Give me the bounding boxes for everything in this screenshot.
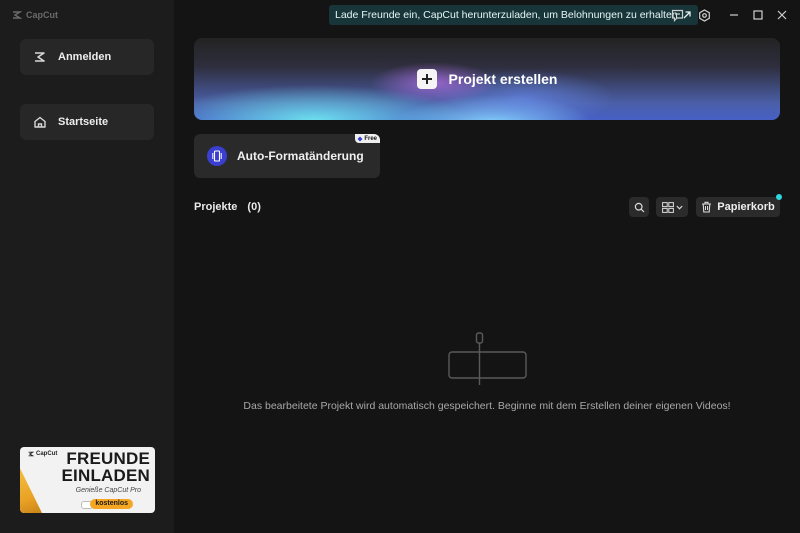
app-name: CapCut bbox=[26, 10, 58, 20]
auto-reframe-label: Auto-Formatänderung bbox=[237, 149, 364, 163]
title-bar: Lade Freunde ein, CapCut herunterzuladen… bbox=[174, 0, 800, 30]
chevron-down-icon bbox=[675, 205, 683, 210]
free-badge-label: Free bbox=[364, 135, 377, 142]
promo-title-line2: EINLADEN bbox=[61, 466, 150, 485]
auto-reframe-button[interactable]: Auto-Formatänderung Free bbox=[194, 134, 380, 178]
capcut-logo-icon bbox=[28, 451, 34, 457]
sidebar-item-home[interactable]: Startseite bbox=[20, 104, 154, 140]
app-logo: CapCut bbox=[12, 10, 58, 20]
promo-brand-label: CapCut bbox=[36, 451, 58, 457]
login-button[interactable]: Anmelden bbox=[20, 39, 154, 75]
reframe-icon bbox=[207, 146, 227, 166]
free-badge: Free bbox=[355, 134, 380, 143]
search-button[interactable] bbox=[629, 197, 649, 217]
create-project-button[interactable]: Projekt erstellen bbox=[194, 38, 780, 120]
minimize-icon[interactable] bbox=[726, 7, 742, 23]
capcut-logo-icon bbox=[13, 11, 22, 19]
page-curl-graphic bbox=[20, 468, 42, 513]
invite-friends-banner[interactable]: CapCut FREUNDE EINLADEN Genieße CapCut P… bbox=[20, 447, 155, 513]
sidebar: CapCut Anmelden Startseite CapCut FREUND… bbox=[0, 0, 174, 533]
grid-view-icon bbox=[661, 201, 674, 213]
empty-timeline-icon bbox=[448, 332, 527, 385]
settings-icon[interactable] bbox=[696, 7, 712, 23]
invite-friends-link[interactable]: Lade Freunde ein, CapCut herunterzuladen… bbox=[329, 5, 698, 25]
promo-subtitle: Genieße CapCut Pro bbox=[75, 487, 141, 494]
login-label: Anmelden bbox=[58, 51, 112, 63]
invite-text: Lade Freunde ein, CapCut herunterzuladen… bbox=[335, 9, 678, 21]
create-project-label: Projekt erstellen bbox=[448, 71, 558, 87]
capcut-icon bbox=[32, 49, 48, 65]
trash-icon bbox=[702, 201, 712, 213]
close-icon[interactable] bbox=[774, 7, 790, 23]
home-icon bbox=[32, 114, 48, 130]
promo-brand: CapCut bbox=[28, 451, 57, 457]
promo-badge: kostenlos bbox=[90, 499, 133, 509]
trash-label: Papierkorb bbox=[717, 201, 775, 213]
plus-icon bbox=[416, 69, 437, 89]
home-label: Startseite bbox=[58, 116, 109, 128]
trash-button[interactable]: Papierkorb bbox=[696, 197, 780, 217]
notification-dot bbox=[776, 194, 782, 200]
diamond-icon bbox=[357, 136, 363, 141]
feedback-icon[interactable] bbox=[669, 7, 685, 23]
search-icon bbox=[634, 202, 644, 212]
projects-count: (0) bbox=[247, 201, 261, 213]
projects-header: Projekte (0) bbox=[194, 201, 261, 213]
empty-state-message: Das bearbeitete Projekt wird automatisch… bbox=[243, 400, 731, 412]
view-mode-dropdown[interactable] bbox=[656, 197, 688, 217]
maximize-icon[interactable] bbox=[750, 7, 766, 23]
projects-title: Projekte bbox=[194, 201, 238, 213]
